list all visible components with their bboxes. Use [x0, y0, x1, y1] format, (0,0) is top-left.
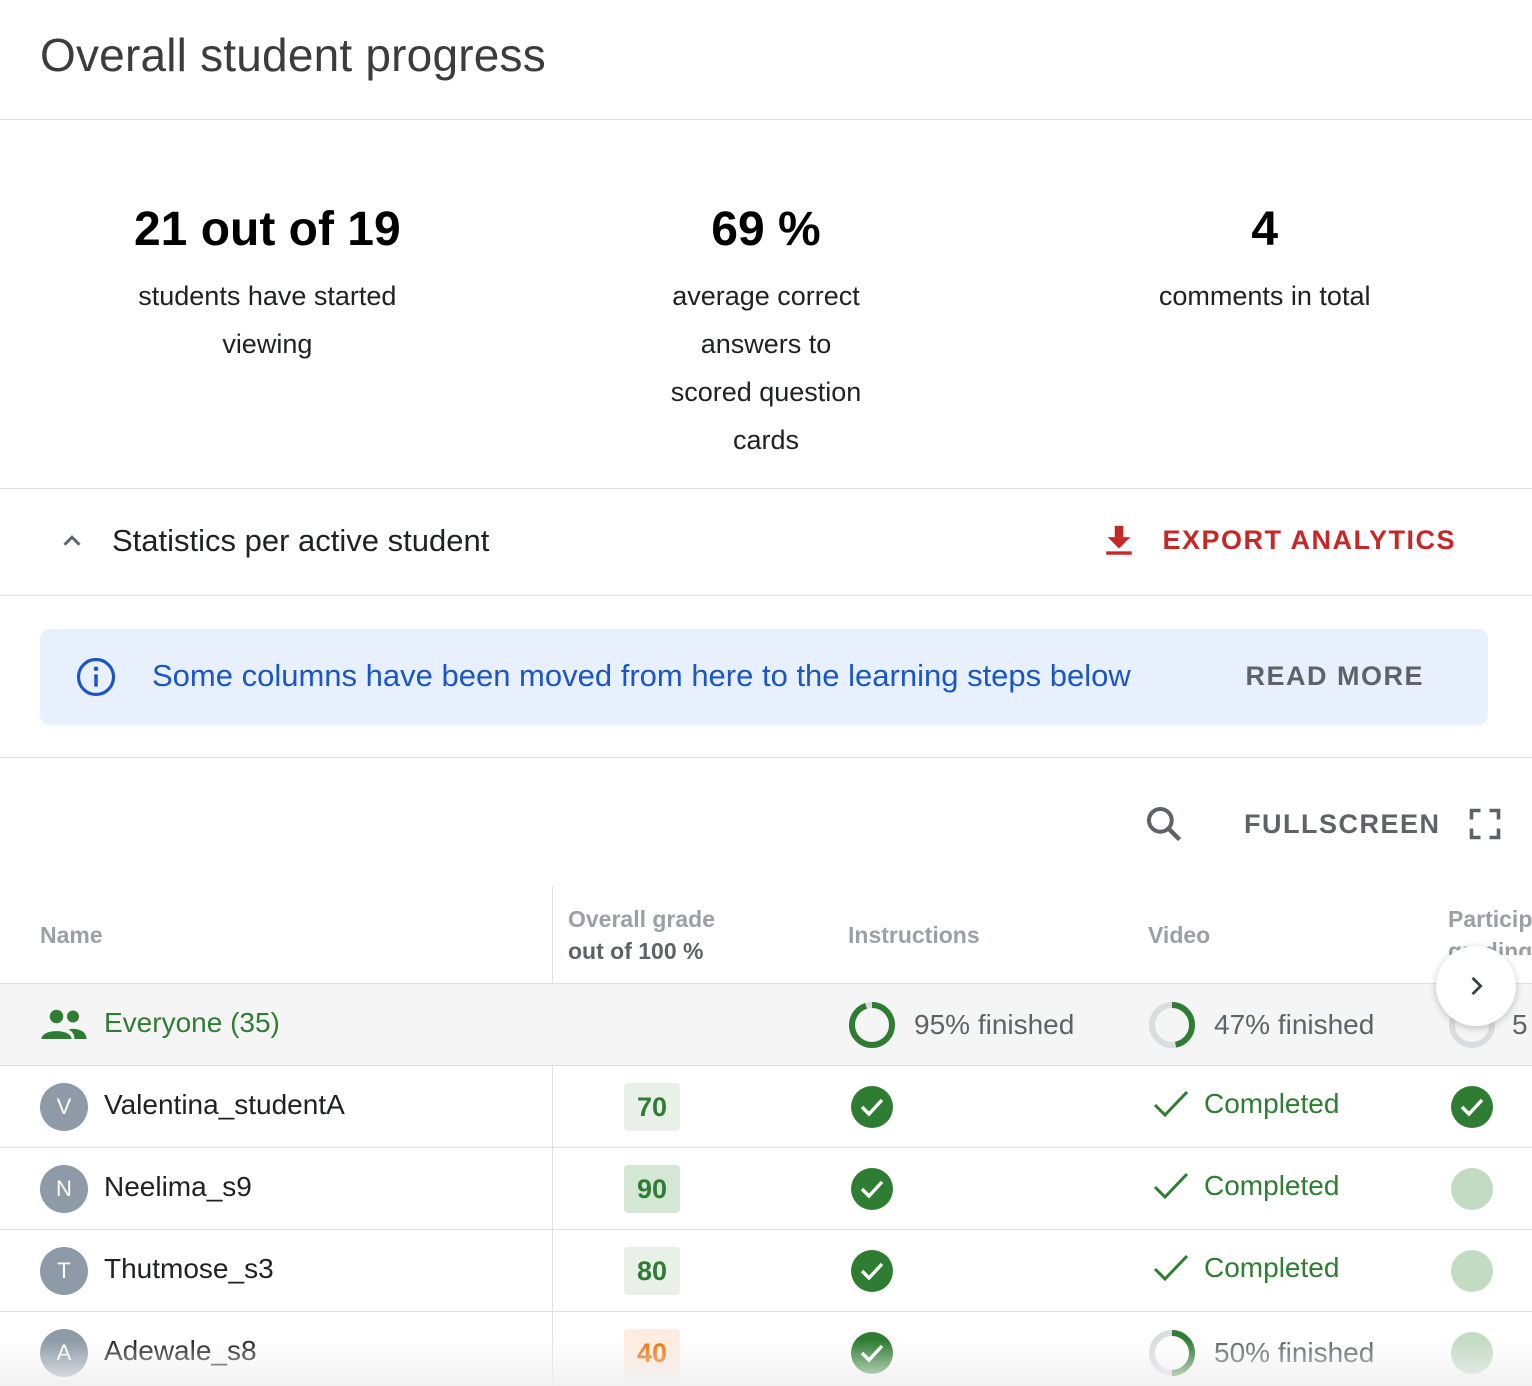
- video-progress: 50% finished: [1148, 1329, 1374, 1377]
- avatar: V: [40, 1083, 88, 1131]
- grade-badge: 90: [624, 1165, 680, 1213]
- chevron-up-icon[interactable]: [57, 526, 87, 556]
- fullscreen-button[interactable]: FULLSCREEN: [1244, 802, 1503, 846]
- progress-ring: [1149, 1002, 1195, 1048]
- export-analytics-button[interactable]: EXPORT ANALYTICS: [1102, 515, 1456, 565]
- export-label: EXPORT ANALYTICS: [1162, 524, 1456, 555]
- stat-students-started: 21 out of 19 students have started viewi…: [18, 120, 517, 488]
- section-header: Statistics per active student EXPORT ANA…: [0, 489, 1532, 596]
- stat-label: average correct answers to scored questi…: [670, 281, 862, 455]
- video-progress: 47% finished: [1148, 1001, 1374, 1049]
- stat-average-correct: 69 % average correct answers to scored q…: [517, 120, 1016, 488]
- stat-comments: 4 comments in total: [1015, 120, 1514, 488]
- check-icon: [1153, 1090, 1189, 1118]
- header-grade-line2: out of 100 %: [568, 938, 704, 964]
- table-toolbar: FULLSCREEN: [0, 758, 1532, 885]
- check-circle-icon: [851, 1332, 893, 1374]
- everyone-label[interactable]: Everyone (35): [104, 1007, 280, 1039]
- status-text: Completed: [1204, 1252, 1340, 1283]
- pending-circle-icon: [1451, 1168, 1493, 1210]
- progress-text: 47% finished: [1214, 1009, 1375, 1040]
- page-header: Overall student progress: [0, 0, 1532, 120]
- check-circle-icon: [851, 1250, 893, 1292]
- check-icon: [1153, 1254, 1189, 1282]
- chevron-right-icon: [1471, 976, 1483, 996]
- avatar: A: [40, 1329, 88, 1377]
- read-more-button[interactable]: READ MORE: [1245, 661, 1424, 692]
- progress-ring: [1149, 1330, 1195, 1376]
- grade-badge: 80: [624, 1247, 680, 1295]
- student-table: Name Overall grade out of 100 % Instruct…: [0, 886, 1532, 1386]
- search-icon[interactable]: [1142, 802, 1186, 846]
- table-row[interactable]: T Thutmose_s3 80 Completed: [0, 1230, 1532, 1312]
- summary-stats: 21 out of 19 students have started viewi…: [0, 120, 1532, 489]
- student-name[interactable]: Neelima_s9: [104, 1171, 252, 1203]
- video-status: Completed: [1152, 1252, 1339, 1284]
- table-row[interactable]: A Adewale_s8 40 50% finished: [0, 1312, 1532, 1386]
- student-name[interactable]: Adewale_s8: [104, 1335, 257, 1367]
- check-icon: [1153, 1172, 1189, 1200]
- download-icon: [1106, 525, 1133, 555]
- stat-label: students have started viewing: [138, 281, 397, 359]
- banner-container: Some columns have been moved from here t…: [0, 596, 1532, 758]
- section-title[interactable]: Statistics per active student: [112, 523, 489, 559]
- video-status: Completed: [1152, 1088, 1339, 1120]
- stat-value: 4: [1251, 203, 1279, 256]
- banner-text: Some columns have been moved from here t…: [152, 658, 1131, 693]
- header-instructions[interactable]: Instructions: [848, 919, 980, 951]
- header-grade-line1[interactable]: Overall grade: [568, 903, 715, 935]
- check-circle-icon: [851, 1168, 893, 1210]
- progress-text: 95% finished: [914, 1009, 1075, 1040]
- header-name[interactable]: Name: [40, 919, 103, 951]
- info-icon: [76, 657, 116, 697]
- info-banner: Some columns have been moved from here t…: [40, 629, 1488, 725]
- page-title: Overall student progress: [40, 29, 546, 81]
- status-text: Completed: [1204, 1170, 1340, 1201]
- stat-value: 21 out of 19: [133, 203, 401, 256]
- status-text: Completed: [1204, 1088, 1340, 1119]
- pending-circle-icon: [1451, 1250, 1493, 1292]
- student-name[interactable]: Thutmose_s3: [104, 1253, 274, 1285]
- check-circle-icon: [851, 1086, 893, 1128]
- people-icon: [41, 1009, 87, 1039]
- video-status: Completed: [1152, 1170, 1339, 1202]
- avatar: N: [40, 1165, 88, 1213]
- student-name[interactable]: Valentina_studentA: [104, 1089, 345, 1121]
- stat-label: comments in total: [1158, 281, 1371, 311]
- grade-badge: 70: [624, 1083, 680, 1131]
- progress-text: 5: [1512, 1009, 1528, 1040]
- stat-value: 69 %: [711, 203, 821, 256]
- grade-badge: 40: [624, 1329, 680, 1377]
- header-video[interactable]: Video: [1148, 919, 1210, 951]
- check-circle-icon: [1451, 1086, 1493, 1128]
- table-row[interactable]: N Neelima_s9 90 Completed: [0, 1148, 1532, 1230]
- progress-text: 50% finished: [1214, 1337, 1375, 1368]
- progress-ring: [849, 1002, 895, 1048]
- pending-circle-icon: [1451, 1332, 1493, 1374]
- fullscreen-icon: [1469, 808, 1500, 840]
- instructions-progress: 95% finished: [848, 1001, 1074, 1049]
- everyone-row[interactable]: Everyone (35) 95% finished 47% finished …: [0, 984, 1532, 1066]
- header-participation-line1[interactable]: Particip: [1448, 903, 1532, 935]
- table-header: Name Overall grade out of 100 % Instruct…: [0, 886, 1532, 984]
- avatar: T: [40, 1247, 88, 1295]
- fullscreen-label: FULLSCREEN: [1244, 808, 1441, 839]
- table-row[interactable]: V Valentina_studentA 70 Completed: [0, 1066, 1532, 1148]
- scroll-right-button[interactable]: [1436, 946, 1516, 1026]
